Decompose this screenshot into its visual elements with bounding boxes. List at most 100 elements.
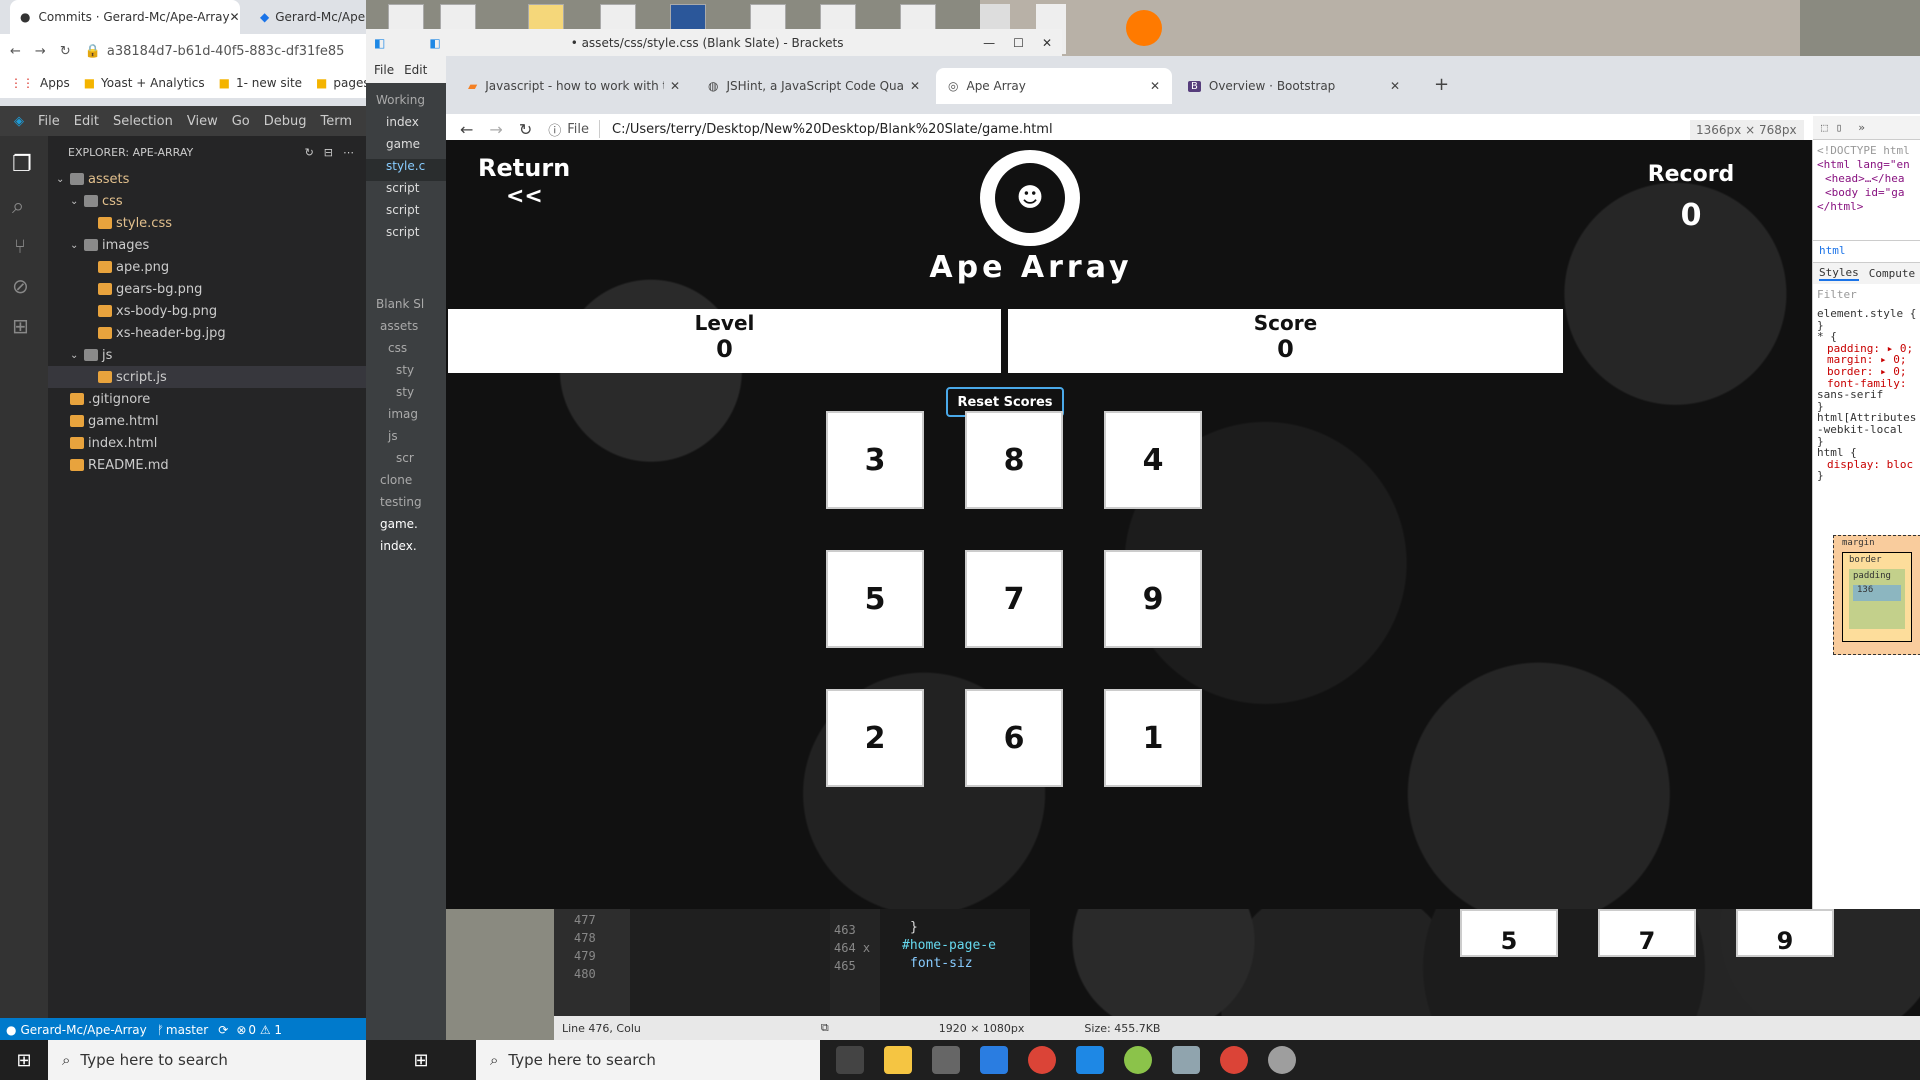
return-arrow-icon[interactable]: << (506, 184, 543, 209)
tree-item[interactable]: README.md (48, 454, 366, 476)
close-icon[interactable]: ✕ (1390, 79, 1400, 93)
close-icon[interactable]: ✕ (1150, 79, 1160, 93)
status-problems[interactable]: 0 ⚠ 1 (248, 1023, 282, 1037)
project-item[interactable]: css (366, 341, 446, 363)
code-pane[interactable] (630, 909, 830, 1016)
project-item[interactable]: js (366, 429, 446, 451)
number-tile[interactable]: 4 (1104, 411, 1202, 509)
close-icon[interactable]: ✕ (910, 79, 920, 93)
bookmark-yoast[interactable]: Yoast + Analytics (101, 76, 205, 90)
tree-item[interactable]: ⌄ css (48, 190, 366, 212)
sync-icon[interactable]: ⟳ (218, 1023, 228, 1037)
number-tile[interactable]: 6 (965, 689, 1063, 787)
bookmark-apps[interactable]: Apps (40, 76, 70, 90)
extensions-icon[interactable]: ⊞ (12, 314, 29, 338)
maximize-icon[interactable]: ☐ (1013, 36, 1024, 50)
menu-debug[interactable]: Debug (264, 114, 307, 129)
number-tile[interactable]: 3 (826, 411, 924, 509)
source-control-icon[interactable]: ⑂ (14, 234, 26, 258)
more-tabs-icon[interactable]: » (1858, 121, 1865, 134)
tab-styles[interactable]: Styles (1819, 266, 1859, 281)
number-tile[interactable]: 1 (1104, 689, 1202, 787)
project-item[interactable]: sty (366, 363, 446, 385)
styles-filter-input[interactable]: Filter (1817, 288, 1857, 301)
working-file[interactable]: script (366, 181, 446, 203)
reload-icon[interactable]: ↻ (60, 44, 71, 59)
dom-node[interactable]: <head>…</hea (1817, 172, 1920, 186)
number-tile[interactable]: 8 (965, 411, 1063, 509)
chrome-icon[interactable] (1220, 1046, 1248, 1074)
working-file[interactable]: script (366, 225, 446, 247)
start-icon[interactable]: ⊞ (0, 1040, 48, 1080)
working-file[interactable]: game (366, 137, 446, 159)
tree-item[interactable]: xs-body-bg.png (48, 300, 366, 322)
close-icon[interactable]: ✕ (670, 79, 680, 93)
new-tab-icon[interactable]: + (1434, 74, 1449, 95)
working-file[interactable]: index (366, 115, 446, 137)
start-icon[interactable]: ⊞ (366, 1040, 476, 1080)
forward-icon[interactable]: → (35, 44, 46, 59)
number-tile[interactable]: 7 (965, 550, 1063, 648)
tree-item[interactable]: script.js (48, 366, 366, 388)
menu-edit[interactable]: Edit (404, 63, 427, 77)
bookmark-pages[interactable]: pages (333, 76, 366, 90)
tree-item[interactable]: ⌄ js (48, 344, 366, 366)
working-file[interactable]: style.c (366, 159, 446, 181)
project-item[interactable]: assets (366, 319, 446, 341)
taskbar-search[interactable]: ⌕ Type here to search (48, 1040, 366, 1080)
dom-node[interactable]: </html> (1817, 200, 1920, 214)
forward-icon[interactable]: → (489, 120, 502, 139)
tree-item[interactable]: game.html (48, 410, 366, 432)
close-icon[interactable]: ✕ (1042, 36, 1052, 50)
tree-item[interactable]: .gitignore (48, 388, 366, 410)
menu-file[interactable]: File (374, 63, 394, 77)
tab-javascript[interactable]: ▰ Javascript - how to work with the ✕ (456, 68, 692, 104)
tree-item[interactable]: ⌄ assets (48, 168, 366, 190)
back-icon[interactable]: ← (10, 44, 21, 59)
chrome-icon[interactable] (1028, 1046, 1056, 1074)
mail-icon[interactable] (980, 1046, 1008, 1074)
brackets-icon[interactable] (1076, 1046, 1104, 1074)
number-tile[interactable]: 9 (1104, 550, 1202, 648)
bookmark-new-site[interactable]: 1- new site (236, 76, 302, 90)
device-toggle-icon[interactable]: ▯ (1836, 121, 1843, 134)
menu-selection[interactable]: Selection (113, 114, 173, 129)
dom-breadcrumb[interactable]: html (1813, 240, 1920, 262)
tree-item[interactable]: gears-bg.png (48, 278, 366, 300)
menu-view[interactable]: View (187, 114, 218, 129)
firefox-icon[interactable] (1126, 10, 1162, 46)
file-explorer-icon[interactable] (884, 1046, 912, 1074)
tree-item[interactable]: ⌄ images (48, 234, 366, 256)
url-input[interactable]: C:/Users/terry/Desktop/New%20Desktop/Bla… (612, 122, 1053, 137)
code-text[interactable]: } #home-page-e font-siz (880, 909, 1030, 1016)
project-item[interactable]: imag (366, 407, 446, 429)
menu-edit[interactable]: Edit (74, 114, 99, 129)
info-icon[interactable]: ⓘ (548, 120, 561, 139)
project-item[interactable]: scr (366, 451, 446, 473)
refresh-icon[interactable]: ↻ (305, 146, 314, 159)
menu-file[interactable]: File (38, 114, 60, 129)
collapse-all-icon[interactable]: ⊟ (324, 146, 333, 159)
tab-ape-repo[interactable]: ◆ Gerard-Mc/Ape (250, 0, 366, 34)
tab-jshint[interactable]: ◍ JSHint, a JavaScript Code Quality ✕ (696, 68, 932, 104)
number-tile[interactable]: 5 (826, 550, 924, 648)
search-icon[interactable]: ⌕ (12, 194, 24, 219)
tab-bootstrap[interactable]: B Overview · Bootstrap ✕ (1176, 68, 1412, 104)
project-item[interactable]: game. (366, 517, 446, 539)
tab-commits[interactable]: ● Commits · Gerard-Mc/Ape-Array ✕ (10, 0, 240, 34)
more-icon[interactable]: ⋯ (343, 146, 354, 159)
project-item[interactable]: index. (366, 539, 446, 561)
explorer-icon[interactable]: ❐ (12, 152, 32, 177)
number-tile[interactable]: 2 (826, 689, 924, 787)
project-item[interactable]: clone (366, 473, 446, 495)
status-repo[interactable]: Gerard-Mc/Ape-Array (20, 1023, 146, 1037)
back-icon[interactable]: ← (460, 120, 473, 139)
tree-item[interactable]: ape.png (48, 256, 366, 278)
menu-go[interactable]: Go (232, 114, 250, 129)
taskbar-search[interactable]: ⌕ Type here to search (476, 1040, 820, 1080)
status-branch[interactable]: master (166, 1023, 208, 1037)
store-icon[interactable] (932, 1046, 960, 1074)
tree-item[interactable]: style.css (48, 212, 366, 234)
inspect-icon[interactable]: ⬚ (1821, 121, 1828, 134)
dom-node[interactable]: <!DOCTYPE html (1817, 144, 1920, 158)
